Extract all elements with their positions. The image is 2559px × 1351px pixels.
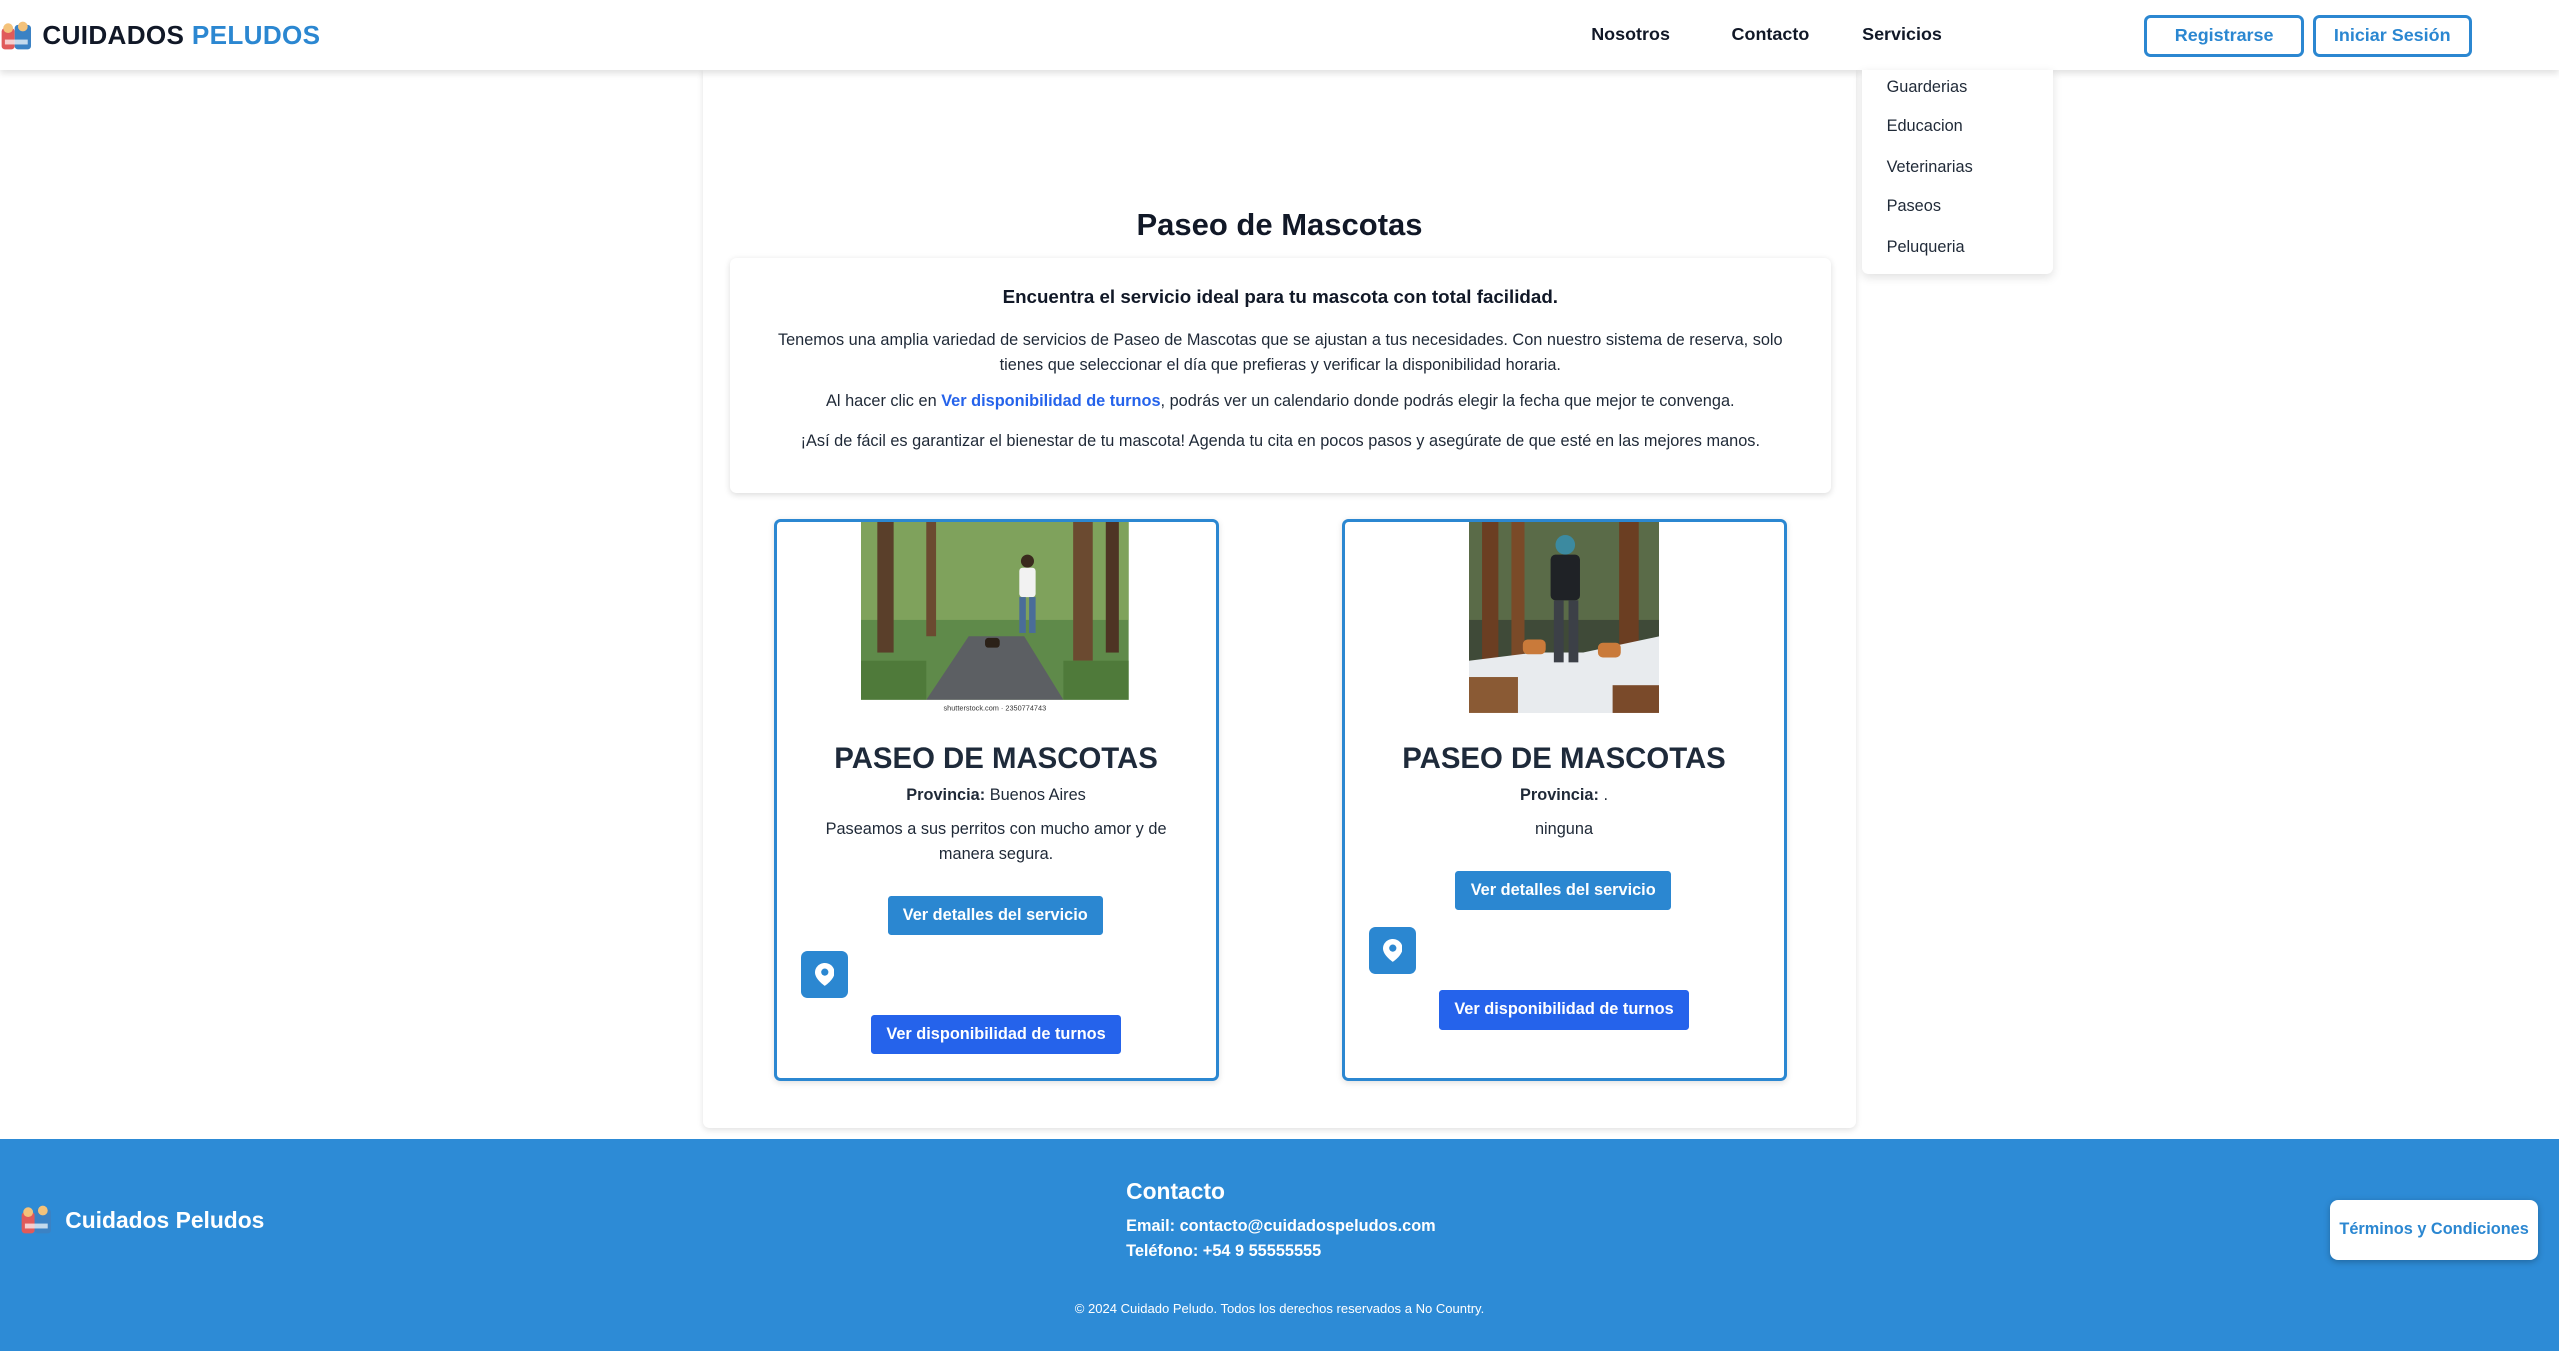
intro-paragraph-1: Tenemos una amplia variedad de servicios… [777, 331, 1783, 374]
nav-link-nosotros[interactable]: Nosotros [1591, 24, 1670, 45]
intro-lead: Encuentra el servicio ideal para tu masc… [1002, 285, 1558, 307]
logo-icon [21, 1206, 51, 1234]
location-button[interactable] [801, 951, 849, 999]
footer-phone: Teléfono: +54 9 55555555 [1126, 1241, 1322, 1260]
view-details-button[interactable]: Ver detalles del servicio [887, 895, 1103, 935]
province-label: Provincia: [1520, 786, 1599, 805]
login-button[interactable]: Iniciar Sesión [2312, 14, 2472, 57]
view-availability-button[interactable]: Ver disponibilidad de turnos [871, 1014, 1121, 1054]
logo-text: CUIDADOS PELUDOS [42, 20, 320, 51]
menu-item-paseos[interactable]: Paseos [1887, 197, 1941, 216]
intro-paragraph-3: ¡Así de fácil es garantizar el bienestar… [800, 432, 1760, 451]
service-province: Provincia: Buenos Aires [777, 786, 1216, 805]
intro-paragraph-2-after: , podrás ver un calendario donde podrás … [1160, 391, 1735, 410]
photo-man-walking-dogs [1468, 521, 1660, 713]
province-value: Buenos Aires [989, 786, 1086, 805]
service-title: PASEO DE MASCOTAS [1402, 742, 1726, 776]
footer-brand-name: Cuidados Peludos [65, 1207, 265, 1234]
service-description: Paseamos a sus perritos con mucho amor y… [825, 820, 1167, 863]
footer-contact-title: Contacto [1126, 1178, 1225, 1205]
availability-link[interactable]: Ver disponibilidad de turnos [941, 392, 1160, 410]
intro-paragraph-2-before: Al hacer clic en [826, 391, 942, 410]
intro-paragraph-2: Al hacer clic en Ver disponibilidad de t… [730, 392, 1832, 411]
nav-link-contacto[interactable]: Contacto [1732, 24, 1810, 45]
view-details-button[interactable]: Ver detalles del servicio [1455, 871, 1671, 911]
photo-woman-walking-dog: shutterstock.com · 2350774743 [861, 521, 1130, 713]
footer-brand[interactable]: Cuidados Peludos [20, 1204, 265, 1237]
intro-card: Encuentra el servicio ideal para tu masc… [729, 257, 1832, 493]
logo[interactable]: CUIDADOS PELUDOS [0, 16, 320, 55]
service-title: PASEO DE MASCOTAS [834, 742, 1158, 776]
map-pin-icon [814, 963, 835, 987]
logo-text-secondary: PELUDOS [191, 20, 321, 51]
service-description: ninguna [1534, 820, 1594, 839]
service-image [1468, 521, 1660, 713]
province-label: Provincia: [906, 786, 986, 805]
logo-text-primary: CUIDADOS [42, 20, 185, 51]
terms-button[interactable]: Términos y Condiciones [2330, 1199, 2538, 1260]
map-pin-icon [1382, 938, 1403, 962]
menu-item-guarderias[interactable]: Guarderias [1887, 78, 1968, 97]
register-button[interactable]: Registrarse [2144, 14, 2304, 57]
footer: Cuidados Peludos Contacto Email: contact… [0, 1139, 2559, 1351]
menu-item-educacion[interactable]: Educacion [1887, 117, 1963, 136]
page-title: Paseo de Mascotas [1136, 207, 1423, 243]
footer-copyright: © 2024 Cuidado Peludo. Todos los derecho… [1074, 1300, 1485, 1316]
service-card: PASEO DE MASCOTAS Provincia: . ninguna V… [1341, 518, 1787, 1082]
province-value: . [1603, 786, 1608, 805]
footer-email[interactable]: Email: contacto@cuidadospeludos.com [1126, 1217, 1436, 1236]
image-caption: shutterstock.com · 2350774743 [944, 703, 1047, 712]
nav-link-servicios[interactable]: Servicios [1862, 24, 1942, 45]
menu-item-peluqueria[interactable]: Peluqueria [1887, 238, 1965, 257]
logo-icon [1, 21, 31, 49]
view-availability-button[interactable]: Ver disponibilidad de turnos [1439, 990, 1689, 1030]
service-province: Provincia: . [1345, 786, 1784, 805]
service-image: shutterstock.com · 2350774743 [861, 521, 1130, 713]
menu-item-veterinarias[interactable]: Veterinarias [1887, 158, 1973, 177]
service-card: shutterstock.com · 2350774743 PASEO DE M… [773, 518, 1219, 1082]
top-navbar: CUIDADOS PELUDOS Nosotros Contacto Servi… [0, 0, 2559, 71]
services-dropdown-menu: Guarderias Educacion Veterinarias Paseos… [1862, 70, 2054, 275]
location-button[interactable] [1368, 926, 1417, 975]
